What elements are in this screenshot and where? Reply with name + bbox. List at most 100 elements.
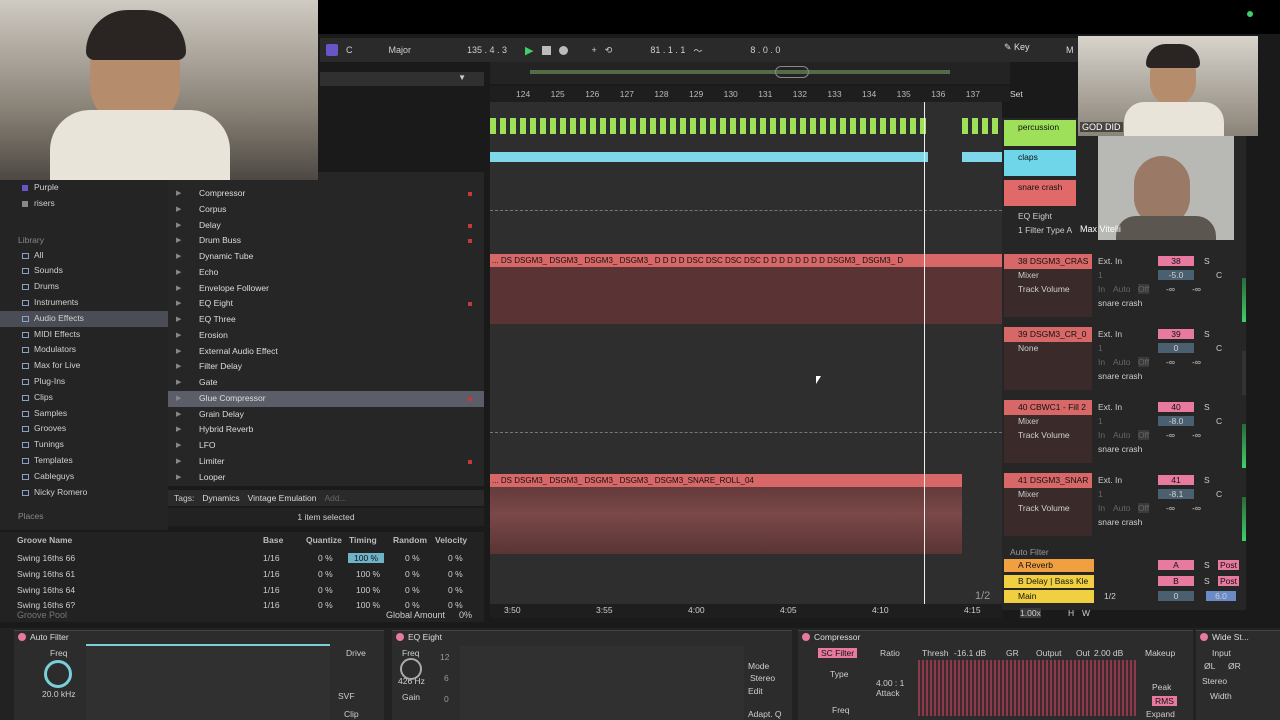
sidebar-item-max-for-live[interactable]: Max for Live	[0, 358, 168, 374]
comp-ratio-value[interactable]: 4.00 : 1	[876, 678, 904, 688]
browser-item[interactable]: ▶ Grain Delay	[168, 407, 484, 423]
groove-cell-base[interactable]: 1/16	[263, 569, 280, 579]
af-filter-display[interactable]	[86, 644, 330, 720]
sidebar-item-grooves[interactable]: Grooves	[0, 421, 168, 437]
track-38-output[interactable]: snare crash	[1098, 298, 1142, 308]
groove-cell-velocity[interactable]: 0 %	[448, 585, 463, 595]
expand-arrow-icon[interactable]: ▶	[176, 233, 181, 249]
comp-makeup-button[interactable]: Makeup	[1145, 648, 1175, 658]
track-header-claps[interactable]: claps	[1004, 150, 1076, 176]
expand-arrow-icon[interactable]: ▶	[176, 391, 181, 407]
return-track-0[interactable]: A Reverb	[1004, 559, 1094, 572]
arrangement-overview[interactable]	[490, 62, 1010, 84]
track-39-pan[interactable]: C	[1216, 343, 1222, 353]
collection-purple[interactable]: Purple	[0, 180, 168, 196]
groove-cell-timing[interactable]: 100 %	[356, 569, 380, 579]
track-41-clip[interactable]: ... DS DSGM3_ DSGM3_ DSGM3_ DSGM3_ DSGM3…	[490, 474, 962, 554]
track-40-monitor-in[interactable]: In	[1098, 430, 1105, 440]
sidebar-item-cableguys[interactable]: Cableguys	[0, 469, 168, 485]
track-40-pan[interactable]: C	[1216, 416, 1222, 426]
return-track-1[interactable]: B Delay | Bass Kle	[1004, 574, 1094, 588]
sidebar-item-modulators[interactable]: Modulators	[0, 342, 168, 358]
comp-rms-button[interactable]: RMS	[1152, 696, 1177, 706]
eq-adapt-q[interactable]: Adapt. Q	[748, 709, 782, 719]
track-39-input-channel[interactable]: 1	[1098, 343, 1103, 353]
loop-icon[interactable]: ⟲	[605, 45, 613, 56]
sidebar-item-nicky-romero[interactable]: Nicky Romero	[0, 485, 168, 501]
track-41-input-channel[interactable]: 1	[1098, 489, 1103, 499]
browser-item[interactable]: ▶ LFO	[168, 438, 484, 454]
groove-cell-timing[interactable]: 100 %	[348, 553, 385, 563]
eq-device-title[interactable]: EQ Eight	[1018, 211, 1052, 221]
browser-item[interactable]: ▶ Envelope Follower	[168, 281, 484, 297]
comp-sc-filter[interactable]: SC Filter	[818, 648, 858, 658]
track-40-device-select[interactable]: Mixer	[1018, 416, 1039, 426]
main-ratio[interactable]: 1/2	[1104, 591, 1116, 601]
groove-cell-base[interactable]: 1/16	[263, 585, 280, 595]
expand-arrow-icon[interactable]: ▶	[176, 218, 181, 234]
eq-stereo-select[interactable]: Stereo	[750, 673, 775, 683]
browser-item[interactable]: ▶ Drum Buss	[168, 233, 484, 249]
zoom-level[interactable]: 1.00x	[1020, 608, 1041, 618]
groove-cell-velocity[interactable]: 0 %	[448, 569, 463, 579]
expand-arrow-icon[interactable]: ▶	[176, 328, 181, 344]
expand-arrow-icon[interactable]: ▶	[176, 407, 181, 423]
sidebar-item-templates[interactable]: Templates	[0, 453, 168, 469]
time-ruler[interactable]: 3:50 3:55 4:00 4:05 4:10 4:15	[490, 604, 1002, 618]
groove-cell-velocity[interactable]: 0 %	[448, 553, 463, 563]
eq-curve-display[interactable]	[460, 646, 744, 720]
track-41-monitor-off[interactable]: Off	[1138, 503, 1150, 513]
browser-item[interactable]: ▶ Filter Delay	[168, 359, 484, 375]
device-compressor-title[interactable]: Compressor	[814, 632, 860, 642]
groove-cell-random[interactable]: 0 %	[405, 553, 420, 563]
groove-row[interactable]: Swing 16ths 61 1/16 0 % 100 % 0 % 0 %	[0, 566, 484, 582]
browser-item[interactable]: ▶ Echo	[168, 265, 484, 281]
track-40-monitor-off[interactable]: Off	[1138, 430, 1150, 440]
comp-gr-button[interactable]: GR	[1006, 648, 1019, 658]
tag-add[interactable]: Add...	[324, 493, 346, 503]
browser-item[interactable]: ▶ External Audio Effect	[168, 344, 484, 360]
expand-arrow-icon[interactable]: ▶	[176, 265, 181, 281]
eq-device-param[interactable]: 1 Filter Type A	[1018, 225, 1072, 235]
groove-col-velocity[interactable]: Velocity	[435, 535, 467, 545]
track-40-output[interactable]: snare crash	[1098, 444, 1142, 454]
percussion-clip[interactable]	[490, 118, 926, 134]
record-icon[interactable]	[558, 45, 568, 55]
track-40-volume[interactable]: -8.0	[1158, 416, 1194, 426]
tag-dynamics[interactable]: Dynamics	[202, 493, 239, 503]
browser-item[interactable]: ▶ Dynamic Tube	[168, 249, 484, 265]
browser-item[interactable]: ▶ Delay	[168, 218, 484, 234]
percussion-clip-2[interactable]	[962, 118, 1002, 134]
overview-zoom-handle[interactable]	[775, 66, 809, 78]
groove-cell-velocity[interactable]: 0 %	[448, 600, 463, 610]
main-db[interactable]: 6.0	[1206, 591, 1236, 601]
track-38-monitor-in[interactable]: In	[1098, 284, 1105, 294]
groove-col-base[interactable]: Base	[263, 535, 283, 545]
browser-item[interactable]: ▶ Corpus	[168, 202, 484, 218]
track-39-input[interactable]: Ext. In	[1098, 329, 1122, 339]
sidebar-item-audio-effects[interactable]: Audio Effects	[0, 310, 168, 327]
curve-icon[interactable]: 〜	[693, 44, 702, 57]
groove-col-quantize[interactable]: Quantize	[306, 535, 342, 545]
device-auto_filter-title[interactable]: Auto Filter	[30, 632, 69, 642]
device-power-icon[interactable]	[1200, 633, 1208, 641]
return-solo[interactable]: S	[1204, 576, 1210, 586]
track-38-monitor-off[interactable]: Off	[1138, 284, 1150, 294]
add-icon[interactable]: +	[592, 45, 597, 55]
groove-cell-timing[interactable]: 100 %	[356, 585, 380, 595]
track-41-monitor-auto[interactable]: Auto	[1113, 503, 1131, 513]
claps-clip-2[interactable]	[962, 152, 1002, 162]
return-post[interactable]: Post	[1218, 560, 1240, 570]
track-40-activator[interactable]: 40	[1158, 402, 1194, 412]
comp-peak-button[interactable]: Peak	[1152, 682, 1171, 692]
bar-ruler[interactable]: Set 124 125 126 127 128 129 130 131 132 133 134 135…	[490, 86, 1023, 102]
track-41-monitor-in[interactable]: In	[1098, 503, 1105, 513]
groove-cell-base[interactable]: 1/16	[263, 600, 280, 610]
track-41-device-select[interactable]: Mixer	[1018, 489, 1039, 499]
track-38-name[interactable]: 38 DSGM3_CRAS	[1004, 254, 1092, 269]
arrangement-view[interactable]: ... DS DSGM3_ DSGM3_ DSGM3_ DSGM3_ D D D…	[490, 102, 1002, 604]
main-volume[interactable]: 0	[1158, 591, 1194, 601]
tempo-position[interactable]: 135 . 4 . 3	[467, 45, 507, 55]
eq-edit-button[interactable]: Edit	[748, 686, 763, 696]
track-38-solo[interactable]: S	[1204, 256, 1210, 266]
